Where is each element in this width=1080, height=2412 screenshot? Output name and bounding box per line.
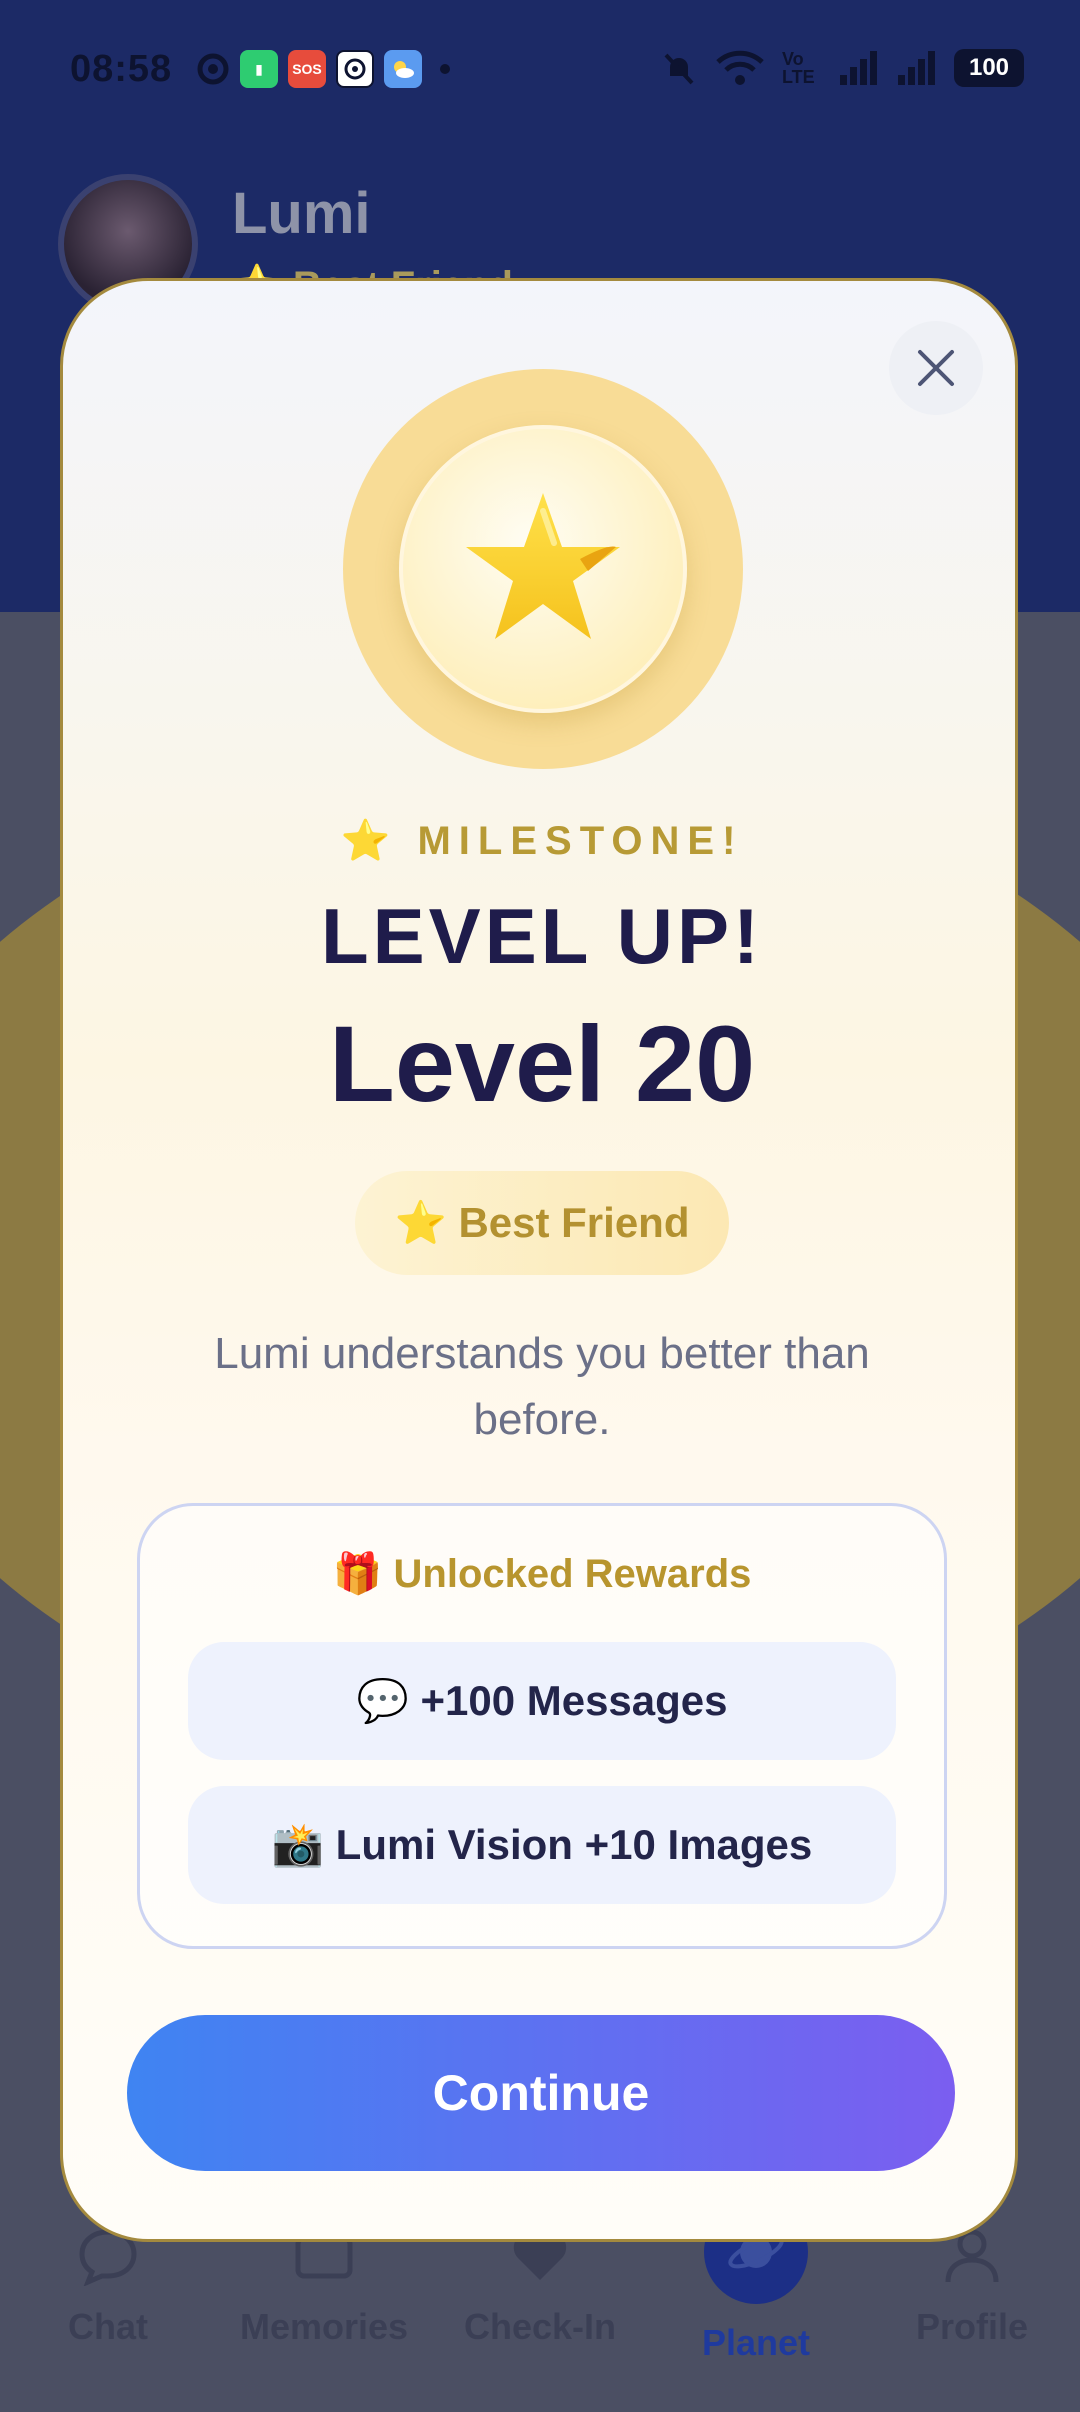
chatgpt-icon: [336, 50, 374, 88]
reward-item-vision: 📸 Lumi Vision +10 Images: [188, 1786, 896, 1904]
level-badge-inner: [399, 425, 687, 713]
tab-planet-label: Planet: [701, 2322, 811, 2363]
rewards-panel: 🎁 Unlocked Rewards 💬 +100 Messages 📸 Lum…: [137, 1503, 947, 1949]
tab-planet[interactable]: Planet: [656, 2200, 856, 2364]
signal-2-icon: [898, 51, 935, 85]
sos-icon: SOS: [288, 50, 326, 88]
star-icon: [466, 493, 620, 639]
battery-indicator: 100: [954, 49, 1024, 87]
chrome-icon: [197, 53, 229, 85]
level-description: Lumi understands you better than before.: [214, 1329, 870, 1444]
level-badge: [343, 369, 743, 769]
level-number: Level 20: [328, 1003, 756, 1124]
tab-memories[interactable]: Memories: [224, 2224, 424, 2348]
notification-icons: ▮ SOS: [196, 50, 450, 88]
tab-check-in[interactable]: Check-In: [440, 2224, 640, 2348]
milestone-label: ⭐ MILESTONE!: [340, 819, 744, 863]
tab-profile[interactable]: Profile: [872, 2224, 1072, 2348]
profile-name: Lumi: [232, 181, 371, 246]
tab-chat[interactable]: Chat: [8, 2224, 208, 2348]
weather-icon: [384, 50, 422, 88]
status-time: 08:58: [70, 48, 173, 90]
system-icons: Vo LTE 100: [660, 48, 1024, 88]
mute-icon: [664, 53, 694, 85]
wifi-icon: [716, 50, 764, 85]
tab-profile-label: Profile: [915, 2306, 1029, 2347]
status-bar: 08:58 ▮ SOS Vo LTE 100: [0, 0, 1080, 140]
reward-item-messages: 💬 +100 Messages: [188, 1642, 896, 1760]
close-icon: [918, 350, 954, 386]
close-button[interactable]: [889, 321, 983, 415]
tab-chat-label: Chat: [68, 2306, 148, 2347]
tab-check-in-label: Check-In: [463, 2306, 617, 2347]
tab-memories-label: Memories: [239, 2306, 409, 2347]
tier-badge: ⭐ Best Friend: [355, 1171, 729, 1275]
continue-button[interactable]: Continue: [127, 2015, 955, 2171]
level-up-heading: LEVEL UP!: [321, 892, 763, 980]
more-notifications-icon: [440, 64, 450, 74]
signal-1-icon: [840, 51, 877, 85]
volte-label: Vo LTE: [782, 49, 815, 87]
rewards-title: 🎁 Unlocked Rewards: [332, 1552, 752, 1596]
level-up-dialog: ⭐ MILESTONE! LEVEL UP! Level 20 ⭐ Best F…: [60, 278, 1018, 2242]
battery-saver-icon: ▮: [240, 50, 278, 88]
